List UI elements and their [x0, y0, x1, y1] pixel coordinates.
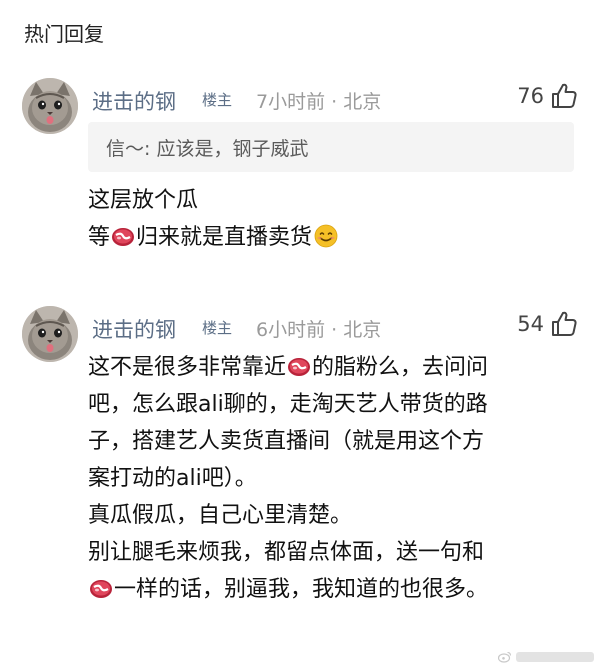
text-line: 这不是很多非常靠近 的脂粉么，去问问	[88, 349, 588, 386]
text-span: 归来就是直播卖货	[136, 225, 313, 250]
blurred-watermark-text	[516, 652, 594, 662]
like-count: 76	[517, 84, 544, 108]
text-line: 这层放个瓜	[88, 182, 588, 219]
text-span: 真瓜假瓜，自己心里清楚。	[88, 503, 353, 528]
avatar[interactable]	[22, 78, 78, 134]
text-line: 等 归来就是直播卖货	[88, 219, 588, 256]
quoted-reply[interactable]: 信～: 应该是，钢子威武	[88, 122, 574, 172]
text-line: 别让腿毛来烦我，都留点体面，送一句和	[88, 534, 588, 571]
text-span: 的脂粉么，去问问	[312, 355, 489, 380]
comment-location: 北京	[343, 91, 382, 113]
thumbs-up-icon	[552, 83, 577, 108]
text-span: 等	[88, 225, 111, 250]
section-title: 热门回复	[24, 22, 104, 46]
smiley-emoji-icon	[314, 224, 338, 248]
cat-avatar-icon	[22, 306, 78, 362]
op-badge: 楼主	[202, 319, 233, 337]
text-span: 一样的话，别逼我，我知道的也很多。	[114, 577, 489, 602]
text-line: 子，搭建艺人卖货直播间（就是用这个方	[88, 423, 588, 460]
text-line: 真瓜假瓜，自己心里清楚。	[88, 497, 588, 534]
comment-time: 6小时前	[256, 319, 326, 341]
text-span: 这层放个瓜	[88, 188, 199, 213]
comment-text: 这层放个瓜 等 归来就是直播卖货	[88, 182, 588, 256]
thumbs-up-icon	[552, 311, 577, 336]
text-span: 吧，怎么跟ali聊的，走淘天艺人带货的路	[88, 392, 488, 417]
steak-emoji-icon	[90, 580, 112, 598]
comment-meta: 6小时前 · 北京	[256, 315, 381, 342]
username[interactable]: 进击的钢	[92, 314, 176, 344]
text-line: 一样的话，别逼我，我知道的也很多。	[88, 571, 588, 608]
comment-text: 这不是很多非常靠近 的脂粉么，去问问 吧，怎么跟ali聊的，走淘天艺人带货的路 …	[88, 349, 588, 608]
like-button[interactable]: 54	[517, 310, 578, 338]
text-span: 别让腿毛来烦我，都留点体面，送一句和	[88, 540, 485, 565]
username[interactable]: 进击的钢	[92, 86, 176, 116]
op-badge: 楼主	[202, 91, 233, 109]
like-button[interactable]: 76	[517, 82, 578, 110]
meta-separator: ·	[331, 319, 338, 341]
text-span: 案打动的ali吧）。	[88, 466, 257, 491]
watermark	[498, 651, 594, 663]
text-line: 吧，怎么跟ali聊的，走淘天艺人带货的路	[88, 386, 588, 423]
steak-emoji-icon	[288, 358, 311, 376]
meta-separator: ·	[331, 91, 338, 113]
cat-avatar-icon	[22, 78, 78, 134]
avatar[interactable]	[22, 306, 78, 362]
steak-emoji-icon	[112, 228, 135, 246]
text-span: 子，搭建艺人卖货直播间（就是用这个方	[88, 429, 485, 454]
comment-time: 7小时前	[256, 91, 326, 113]
text-span: 这不是很多非常靠近	[88, 355, 287, 380]
comment-location: 北京	[343, 319, 382, 341]
weibo-logo-icon	[498, 651, 512, 663]
text-line: 案打动的ali吧）。	[88, 460, 588, 497]
comment-meta: 7小时前 · 北京	[256, 87, 381, 114]
like-count: 54	[517, 312, 544, 336]
